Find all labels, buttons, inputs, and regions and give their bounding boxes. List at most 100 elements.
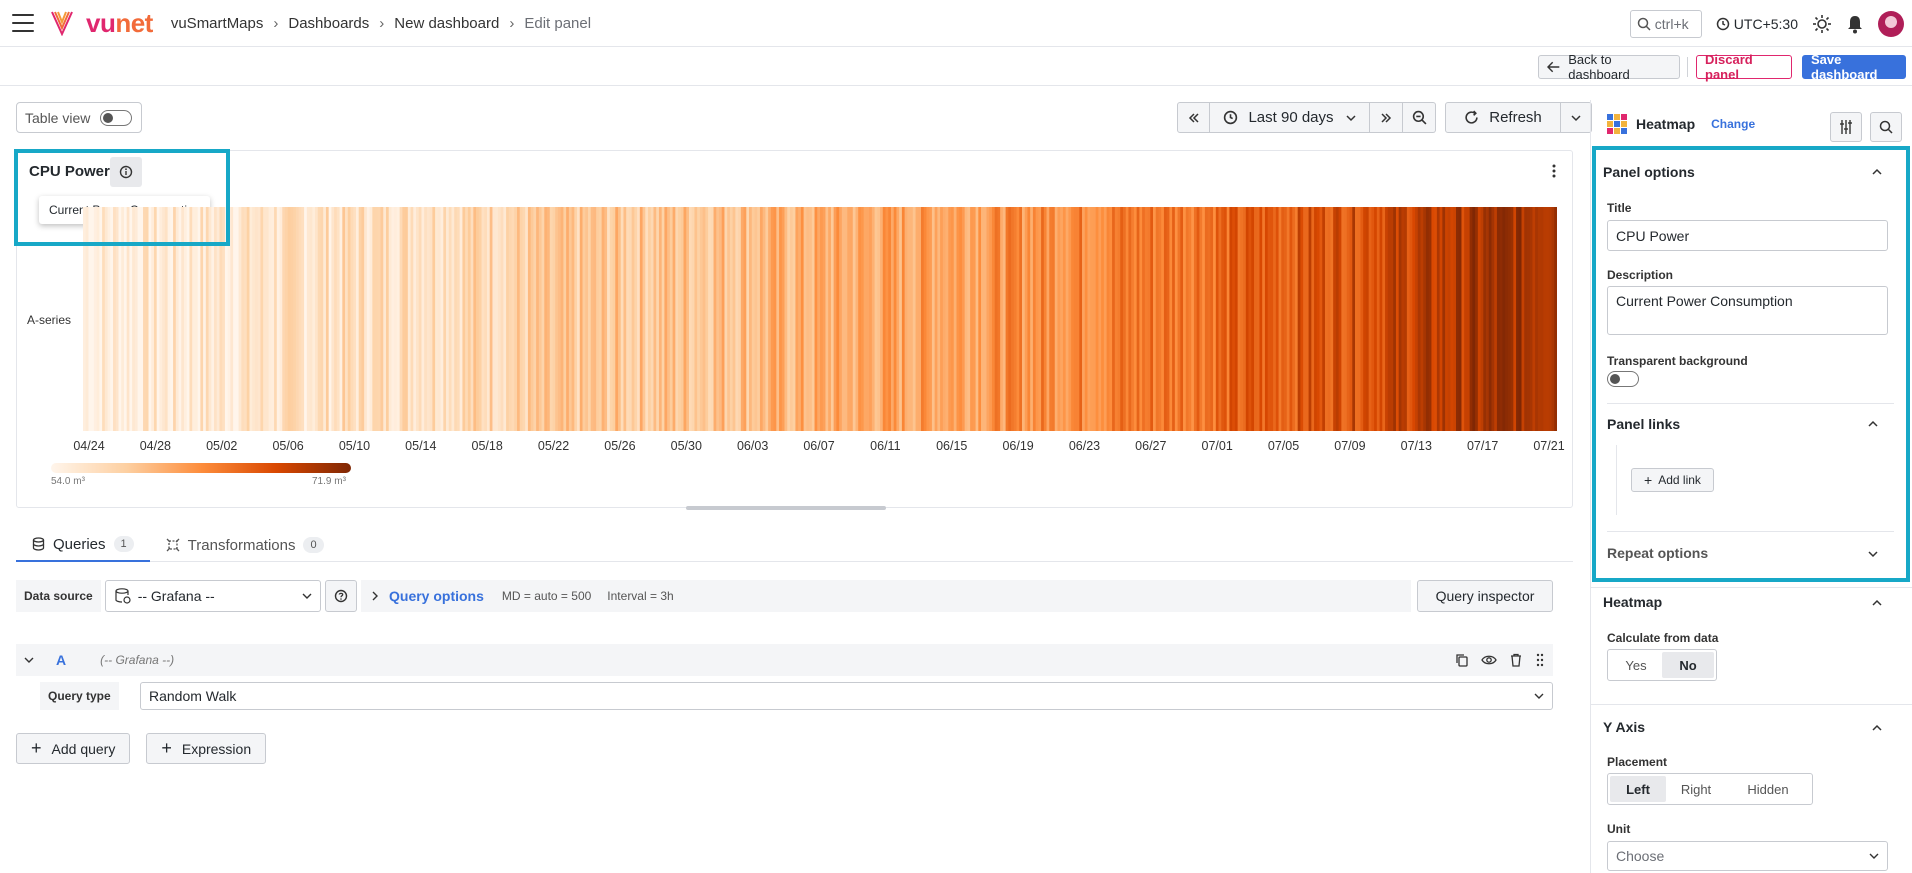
heatmap-cell[interactable] [773, 207, 777, 431]
heatmap-cell[interactable] [1316, 207, 1320, 431]
heatmap-cell[interactable] [926, 207, 930, 431]
heatmap-section-header[interactable]: Heatmap [1603, 594, 1662, 610]
heatmap-cell[interactable] [981, 207, 985, 431]
heatmap-cell[interactable] [931, 207, 936, 431]
heatmap-cell[interactable] [833, 207, 837, 431]
heatmap-cell[interactable] [533, 207, 537, 431]
heatmap-cell[interactable] [547, 207, 551, 431]
heatmap-cell[interactable] [623, 207, 627, 431]
heatmap-cell[interactable] [618, 207, 622, 431]
heatmap-cell[interactable] [1196, 207, 1200, 431]
heatmap-cell[interactable] [429, 207, 433, 431]
heatmap-cell[interactable] [189, 207, 193, 431]
heatmap-cell[interactable] [235, 207, 239, 431]
title-input[interactable]: CPU Power [1607, 220, 1888, 251]
heatmap-cell[interactable] [309, 207, 313, 431]
heatmap-cell[interactable] [830, 207, 835, 431]
heatmap-cell[interactable] [1428, 207, 1432, 431]
heatmap-cell[interactable] [181, 207, 185, 431]
heatmap-cell[interactable] [770, 207, 774, 431]
heatmap-cell[interactable] [688, 207, 693, 431]
heatmap-cell[interactable] [664, 207, 668, 431]
heatmap-cell[interactable] [104, 207, 108, 431]
heatmap-cell[interactable] [388, 207, 392, 431]
heatmap-cell[interactable] [173, 207, 177, 431]
heatmap-cell[interactable] [874, 207, 878, 431]
heatmap-cell[interactable] [724, 207, 728, 431]
timezone-picker[interactable]: UTC+5:30 [1716, 16, 1798, 32]
heatmap-cell[interactable] [304, 207, 308, 431]
heatmap-cell[interactable] [806, 207, 810, 431]
heatmap-cell[interactable] [484, 207, 488, 431]
heatmap-cell[interactable] [426, 207, 431, 431]
heatmap-cell[interactable] [890, 207, 895, 431]
heatmap-cell[interactable] [937, 207, 941, 431]
heatmap-cell[interactable] [929, 207, 933, 431]
heatmap-cell[interactable] [1379, 207, 1383, 431]
heatmap-cell[interactable] [1442, 207, 1446, 431]
heatmap-cell[interactable] [1163, 207, 1168, 431]
heatmap-cell[interactable] [978, 207, 982, 431]
heatmap-cell[interactable] [1079, 207, 1083, 431]
heatmap-cell[interactable] [1136, 207, 1140, 431]
heatmap-cell[interactable] [1496, 207, 1501, 431]
heatmap-cell[interactable] [901, 207, 906, 431]
heatmap-cell[interactable] [271, 207, 275, 431]
heatmap-cell[interactable] [1445, 207, 1449, 431]
heatmap-cell[interactable] [1204, 207, 1209, 431]
heatmap-cell[interactable] [451, 207, 455, 431]
heatmap-cell[interactable] [672, 207, 676, 431]
heatmap-cell[interactable] [754, 207, 758, 431]
heatmap-cell[interactable] [1330, 207, 1334, 431]
panel-resize-handle[interactable] [686, 506, 886, 510]
heatmap-cell[interactable] [869, 207, 873, 431]
query-letter[interactable]: A [56, 652, 66, 668]
heatmap-cell[interactable] [328, 207, 332, 431]
heatmap-cell[interactable] [465, 207, 469, 431]
heatmap-cell[interactable] [298, 207, 302, 431]
heatmap-cell[interactable] [525, 207, 529, 431]
heatmap-cell[interactable] [1516, 207, 1520, 431]
heatmap-cell[interactable] [1289, 207, 1293, 431]
panel-menu-button[interactable] [1544, 161, 1564, 181]
heatmap-cell[interactable] [137, 207, 141, 431]
heatmap-cell[interactable] [656, 207, 660, 431]
heatmap-cell[interactable] [634, 207, 638, 431]
heatmap-cell[interactable] [1245, 207, 1249, 431]
heatmap-cell[interactable] [143, 207, 147, 431]
heatmap-cell[interactable] [888, 207, 892, 431]
heatmap-cell[interactable] [986, 207, 990, 431]
chevron-up-icon[interactable] [1872, 167, 1882, 177]
heatmap-cell[interactable] [350, 207, 354, 431]
heatmap-cell[interactable] [628, 207, 633, 431]
heatmap-cell[interactable] [1193, 207, 1198, 431]
heatmap-cell[interactable] [590, 207, 594, 431]
heatmap-cell[interactable] [295, 207, 300, 431]
heatmap-cell[interactable] [1223, 207, 1228, 431]
heatmap-cell[interactable] [1303, 207, 1307, 431]
heatmap-cell[interactable] [1128, 207, 1132, 431]
heatmap-cell[interactable] [1464, 207, 1468, 431]
heatmap-cell[interactable] [1161, 207, 1165, 431]
heatmap-cell[interactable] [121, 207, 125, 431]
heatmap-cell[interactable] [1133, 207, 1138, 431]
heatmap-cell[interactable] [184, 207, 188, 431]
heatmap-cell[interactable] [91, 207, 95, 431]
heatmap-cell[interactable] [732, 207, 736, 431]
heatmap-cell[interactable] [276, 207, 280, 431]
heatmap-cell[interactable] [544, 207, 548, 431]
heatmap-cell[interactable] [85, 207, 89, 431]
heatmap-cell[interactable] [885, 207, 889, 431]
breadcrumb-new-dashboard[interactable]: New dashboard [394, 15, 499, 32]
heatmap-cell[interactable] [1483, 207, 1487, 431]
heatmap-cell[interactable] [1319, 207, 1323, 431]
heatmap-cell[interactable] [151, 207, 155, 431]
heatmap-cell[interactable] [566, 207, 570, 431]
heatmap-cell[interactable] [607, 207, 611, 431]
heatmap-cell[interactable] [658, 207, 663, 431]
heatmap-cell[interactable] [1068, 207, 1072, 431]
heatmap-cell[interactable] [1199, 207, 1203, 431]
heatmap-cell[interactable] [880, 207, 884, 431]
heatmap-cell[interactable] [159, 207, 163, 431]
heatmap-cell[interactable] [1251, 207, 1255, 431]
